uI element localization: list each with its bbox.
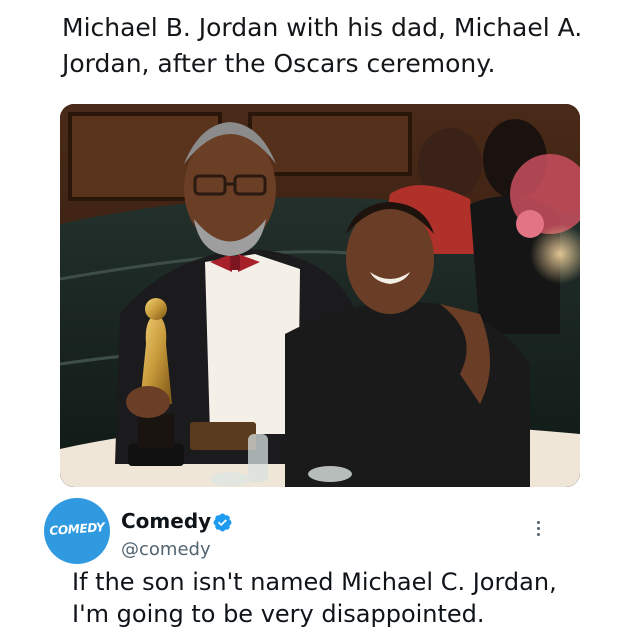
photo-illustration	[60, 104, 580, 487]
post-caption: Michael B. Jordan with his dad, Michael …	[62, 13, 583, 78]
more-dot	[536, 520, 540, 524]
account-name[interactable]: Comedy	[121, 508, 211, 534]
account-handle[interactable]: @comedy	[121, 538, 211, 562]
tweet-text: If the son isn't named Michael C. Jordan…	[72, 566, 612, 630]
tweet-text-line-1: If the son isn't named Michael C. Jordan…	[72, 568, 557, 596]
account-avatar[interactable]: COMEDY	[44, 498, 110, 564]
more-dot	[536, 532, 540, 536]
post-photo[interactable]	[60, 104, 580, 487]
avatar-logo-text: COMEDY	[49, 520, 105, 538]
more-options-icon[interactable]	[528, 514, 548, 542]
more-dot	[536, 526, 540, 530]
tweet-text-line-2: I'm going to be very disappointed.	[72, 600, 485, 628]
verified-badge-icon	[213, 513, 232, 532]
